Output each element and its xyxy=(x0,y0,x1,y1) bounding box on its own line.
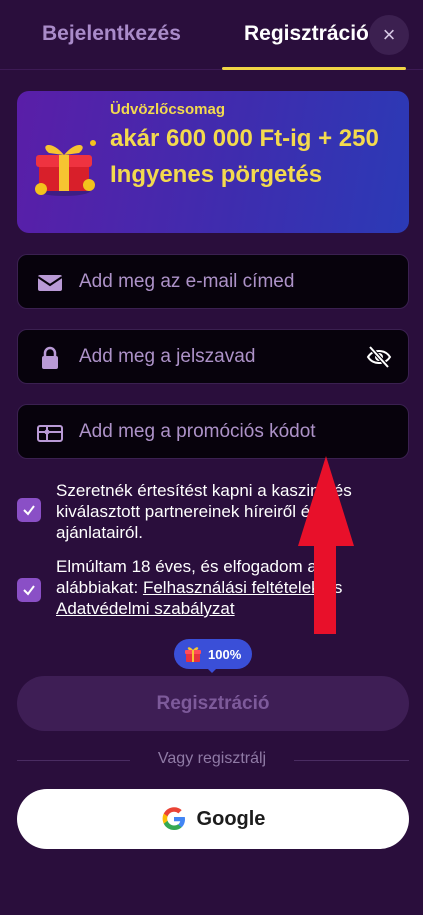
google-signup-button[interactable]: Google xyxy=(17,789,409,849)
banner-title: akár 600 000 Ft-ig + 250 Ingyenes pörget… xyxy=(110,125,379,188)
terms-checkbox[interactable] xyxy=(17,578,41,602)
checkmark-icon xyxy=(23,505,35,516)
gift-icon xyxy=(35,140,96,196)
banner-kicker: Üdvözlőcsomag xyxy=(110,101,226,118)
tab-login[interactable]: Bejelentkezés xyxy=(42,22,181,46)
divider-left xyxy=(17,760,130,761)
google-button-label: Google xyxy=(196,807,266,830)
bonus-badge: 100% xyxy=(174,639,252,669)
promo-placeholder: Add meg a promóciós kódot xyxy=(79,421,316,442)
terms-link[interactable]: Felhasználási feltételek xyxy=(143,578,320,597)
lock-icon xyxy=(42,346,58,369)
active-tab-indicator xyxy=(222,67,406,70)
password-placeholder: Add meg a jelszavad xyxy=(79,346,256,367)
email-placeholder: Add meg az e-mail címed xyxy=(79,271,295,292)
tab-register[interactable]: Regisztráció xyxy=(244,22,369,46)
checkmark-icon xyxy=(23,585,35,596)
or-register-text: Vagy regisztrálj xyxy=(157,750,267,767)
envelope-icon xyxy=(37,275,63,291)
badge-tail xyxy=(206,667,218,673)
password-field[interactable]: Add meg a jelszavad xyxy=(17,329,409,384)
register-button[interactable]: Regisztráció xyxy=(17,676,409,731)
welcome-bonus-banner: Üdvözlőcsomag akár 600 000 Ft-ig + 250 I… xyxy=(17,91,409,233)
promo-code-field[interactable]: Add meg a promóciós kódot xyxy=(17,404,409,459)
email-field[interactable]: Add meg az e-mail címed xyxy=(17,254,409,309)
close-icon: × xyxy=(382,22,396,47)
google-logo-icon xyxy=(162,807,185,830)
auth-tabs: Bejelentkezés Regisztráció × xyxy=(0,0,423,70)
privacy-link[interactable]: Adatvédelmi szabályzat xyxy=(56,599,235,618)
divider-right xyxy=(294,760,409,761)
close-button[interactable]: × xyxy=(369,15,409,55)
badge-percent: 100% xyxy=(208,646,242,662)
marketing-checkbox[interactable] xyxy=(17,498,41,522)
eye-slash-icon[interactable] xyxy=(365,343,393,371)
gift-card-icon xyxy=(37,425,63,442)
red-arrow-annotation xyxy=(298,456,354,634)
gift-box-icon xyxy=(185,647,201,662)
